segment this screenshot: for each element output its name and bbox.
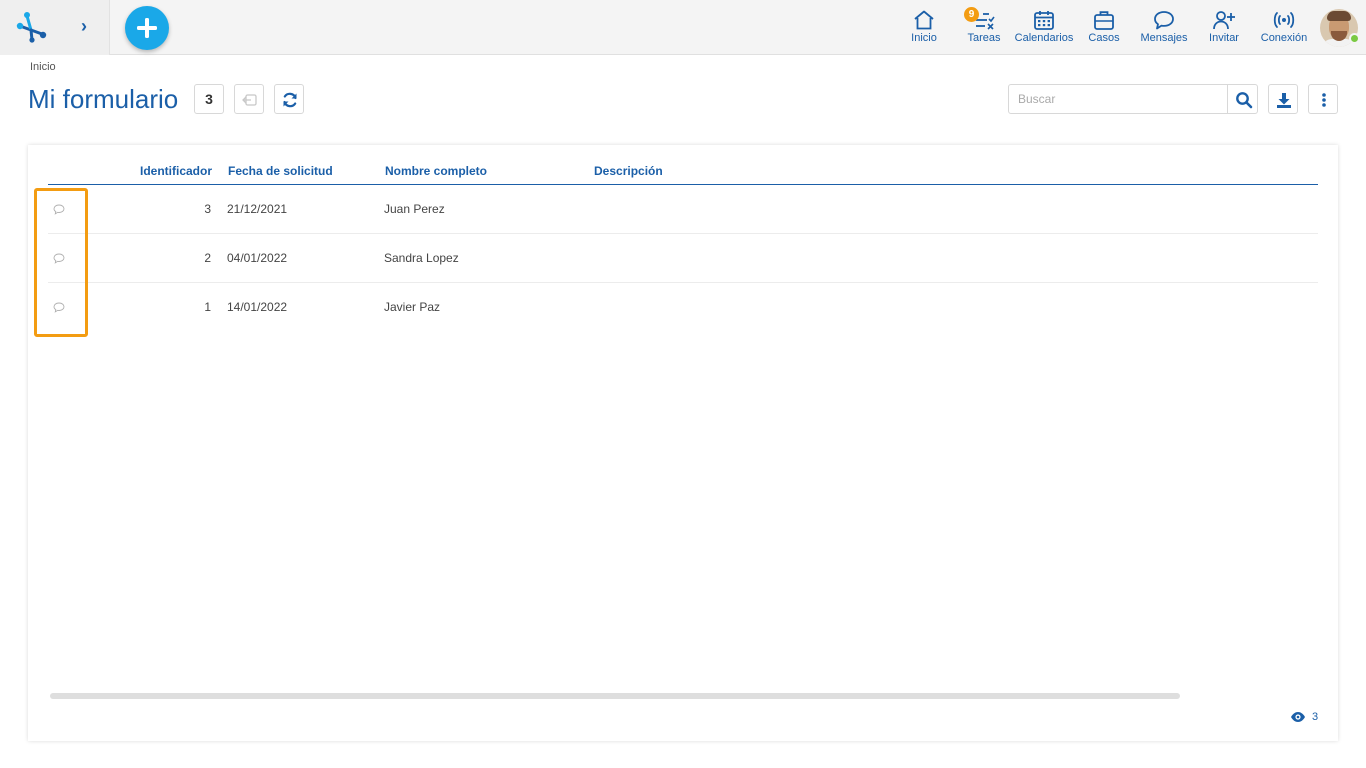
cell-fecha: 21/12/2021	[227, 202, 288, 216]
back-button[interactable]	[234, 84, 264, 114]
cell-fecha: 14/01/2022	[227, 300, 288, 314]
table-row[interactable]: 2 04/01/2022 Sandra Lopez	[48, 234, 1318, 283]
message-icon	[1154, 11, 1174, 30]
cell-fecha: 04/01/2022	[227, 251, 288, 265]
search-input[interactable]	[1008, 84, 1228, 114]
horizontal-scrollbar[interactable]	[50, 693, 1180, 699]
cell-nombre: Sandra Lopez	[384, 251, 459, 265]
nav-label: Mensajes	[1140, 32, 1188, 44]
nav-casos[interactable]: Casos	[1084, 0, 1124, 55]
nav-calendarios[interactable]: Calendarios	[1014, 0, 1074, 55]
cell-nombre: Javier Paz	[384, 300, 441, 314]
column-header-identificador[interactable]: Identificador	[140, 164, 212, 178]
comment-icon[interactable]	[52, 251, 66, 265]
nav-mensajes[interactable]: Mensajes	[1138, 0, 1190, 55]
briefcase-icon	[1094, 11, 1114, 30]
home-icon	[914, 10, 934, 30]
page-title: Mi formulario	[28, 84, 179, 114]
plus-icon	[137, 18, 157, 38]
nav-label: Tareas	[967, 32, 1001, 44]
column-header-descripcion[interactable]: Descripción	[594, 164, 663, 178]
cell-identificador: 2	[204, 251, 211, 265]
nav-label: Calendarios	[1014, 32, 1074, 44]
calendar-icon	[1034, 11, 1054, 30]
nav-label: Inicio	[911, 32, 937, 44]
download-button[interactable]	[1268, 84, 1298, 114]
comment-icon[interactable]	[52, 300, 66, 314]
nav-conexion[interactable]: Conexión	[1258, 0, 1310, 55]
column-header-fecha[interactable]: Fecha de solicitud	[228, 164, 333, 178]
nav-label: Casos	[1088, 32, 1120, 44]
table-row[interactable]: 1 14/01/2022 Javier Paz	[48, 283, 1318, 332]
more-options-button[interactable]	[1308, 84, 1338, 114]
views-counter: 3	[1290, 711, 1318, 723]
refresh-icon	[283, 92, 297, 108]
table-row[interactable]: 3 21/12/2021 Juan Perez	[48, 185, 1318, 234]
cell-identificador: 3	[204, 202, 211, 216]
eye-icon	[1291, 712, 1305, 722]
connection-icon	[1273, 12, 1295, 28]
refresh-button[interactable]	[274, 84, 304, 114]
record-count: 3	[194, 84, 224, 114]
new-item-button[interactable]	[125, 6, 169, 50]
nav-invitar[interactable]: Invitar	[1204, 0, 1244, 55]
nav-tareas[interactable]: 9 Tareas	[962, 0, 1006, 55]
comment-icon[interactable]	[52, 202, 66, 216]
online-status-dot	[1349, 33, 1360, 44]
expand-menu-button[interactable]: ›	[76, 16, 92, 36]
back-arrow-icon	[242, 94, 257, 106]
top-bar: › Inicio 9 Tareas Calendarios Casos Mens…	[0, 0, 1366, 55]
nav-label: Invitar	[1209, 32, 1239, 44]
invite-user-icon	[1213, 11, 1235, 30]
more-vertical-icon	[1322, 93, 1326, 107]
tasks-badge: 9	[964, 7, 979, 22]
column-header-nombre[interactable]: Nombre completo	[385, 164, 487, 178]
nav-label: Conexión	[1260, 32, 1308, 44]
app-logo-icon[interactable]	[14, 10, 48, 44]
nav-inicio[interactable]: Inicio	[904, 0, 944, 55]
avatar-hair	[1327, 11, 1351, 21]
breadcrumb[interactable]: Inicio	[30, 61, 56, 73]
data-grid-card: Identificador Fecha de solicitud Nombre …	[28, 145, 1338, 741]
cell-nombre: Juan Perez	[384, 202, 445, 216]
views-count: 3	[1312, 711, 1319, 723]
logo-area: ›	[0, 0, 110, 55]
search-icon	[1236, 92, 1253, 109]
search-button[interactable]	[1227, 84, 1258, 114]
cell-identificador: 1	[204, 300, 211, 314]
download-icon	[1277, 93, 1291, 108]
